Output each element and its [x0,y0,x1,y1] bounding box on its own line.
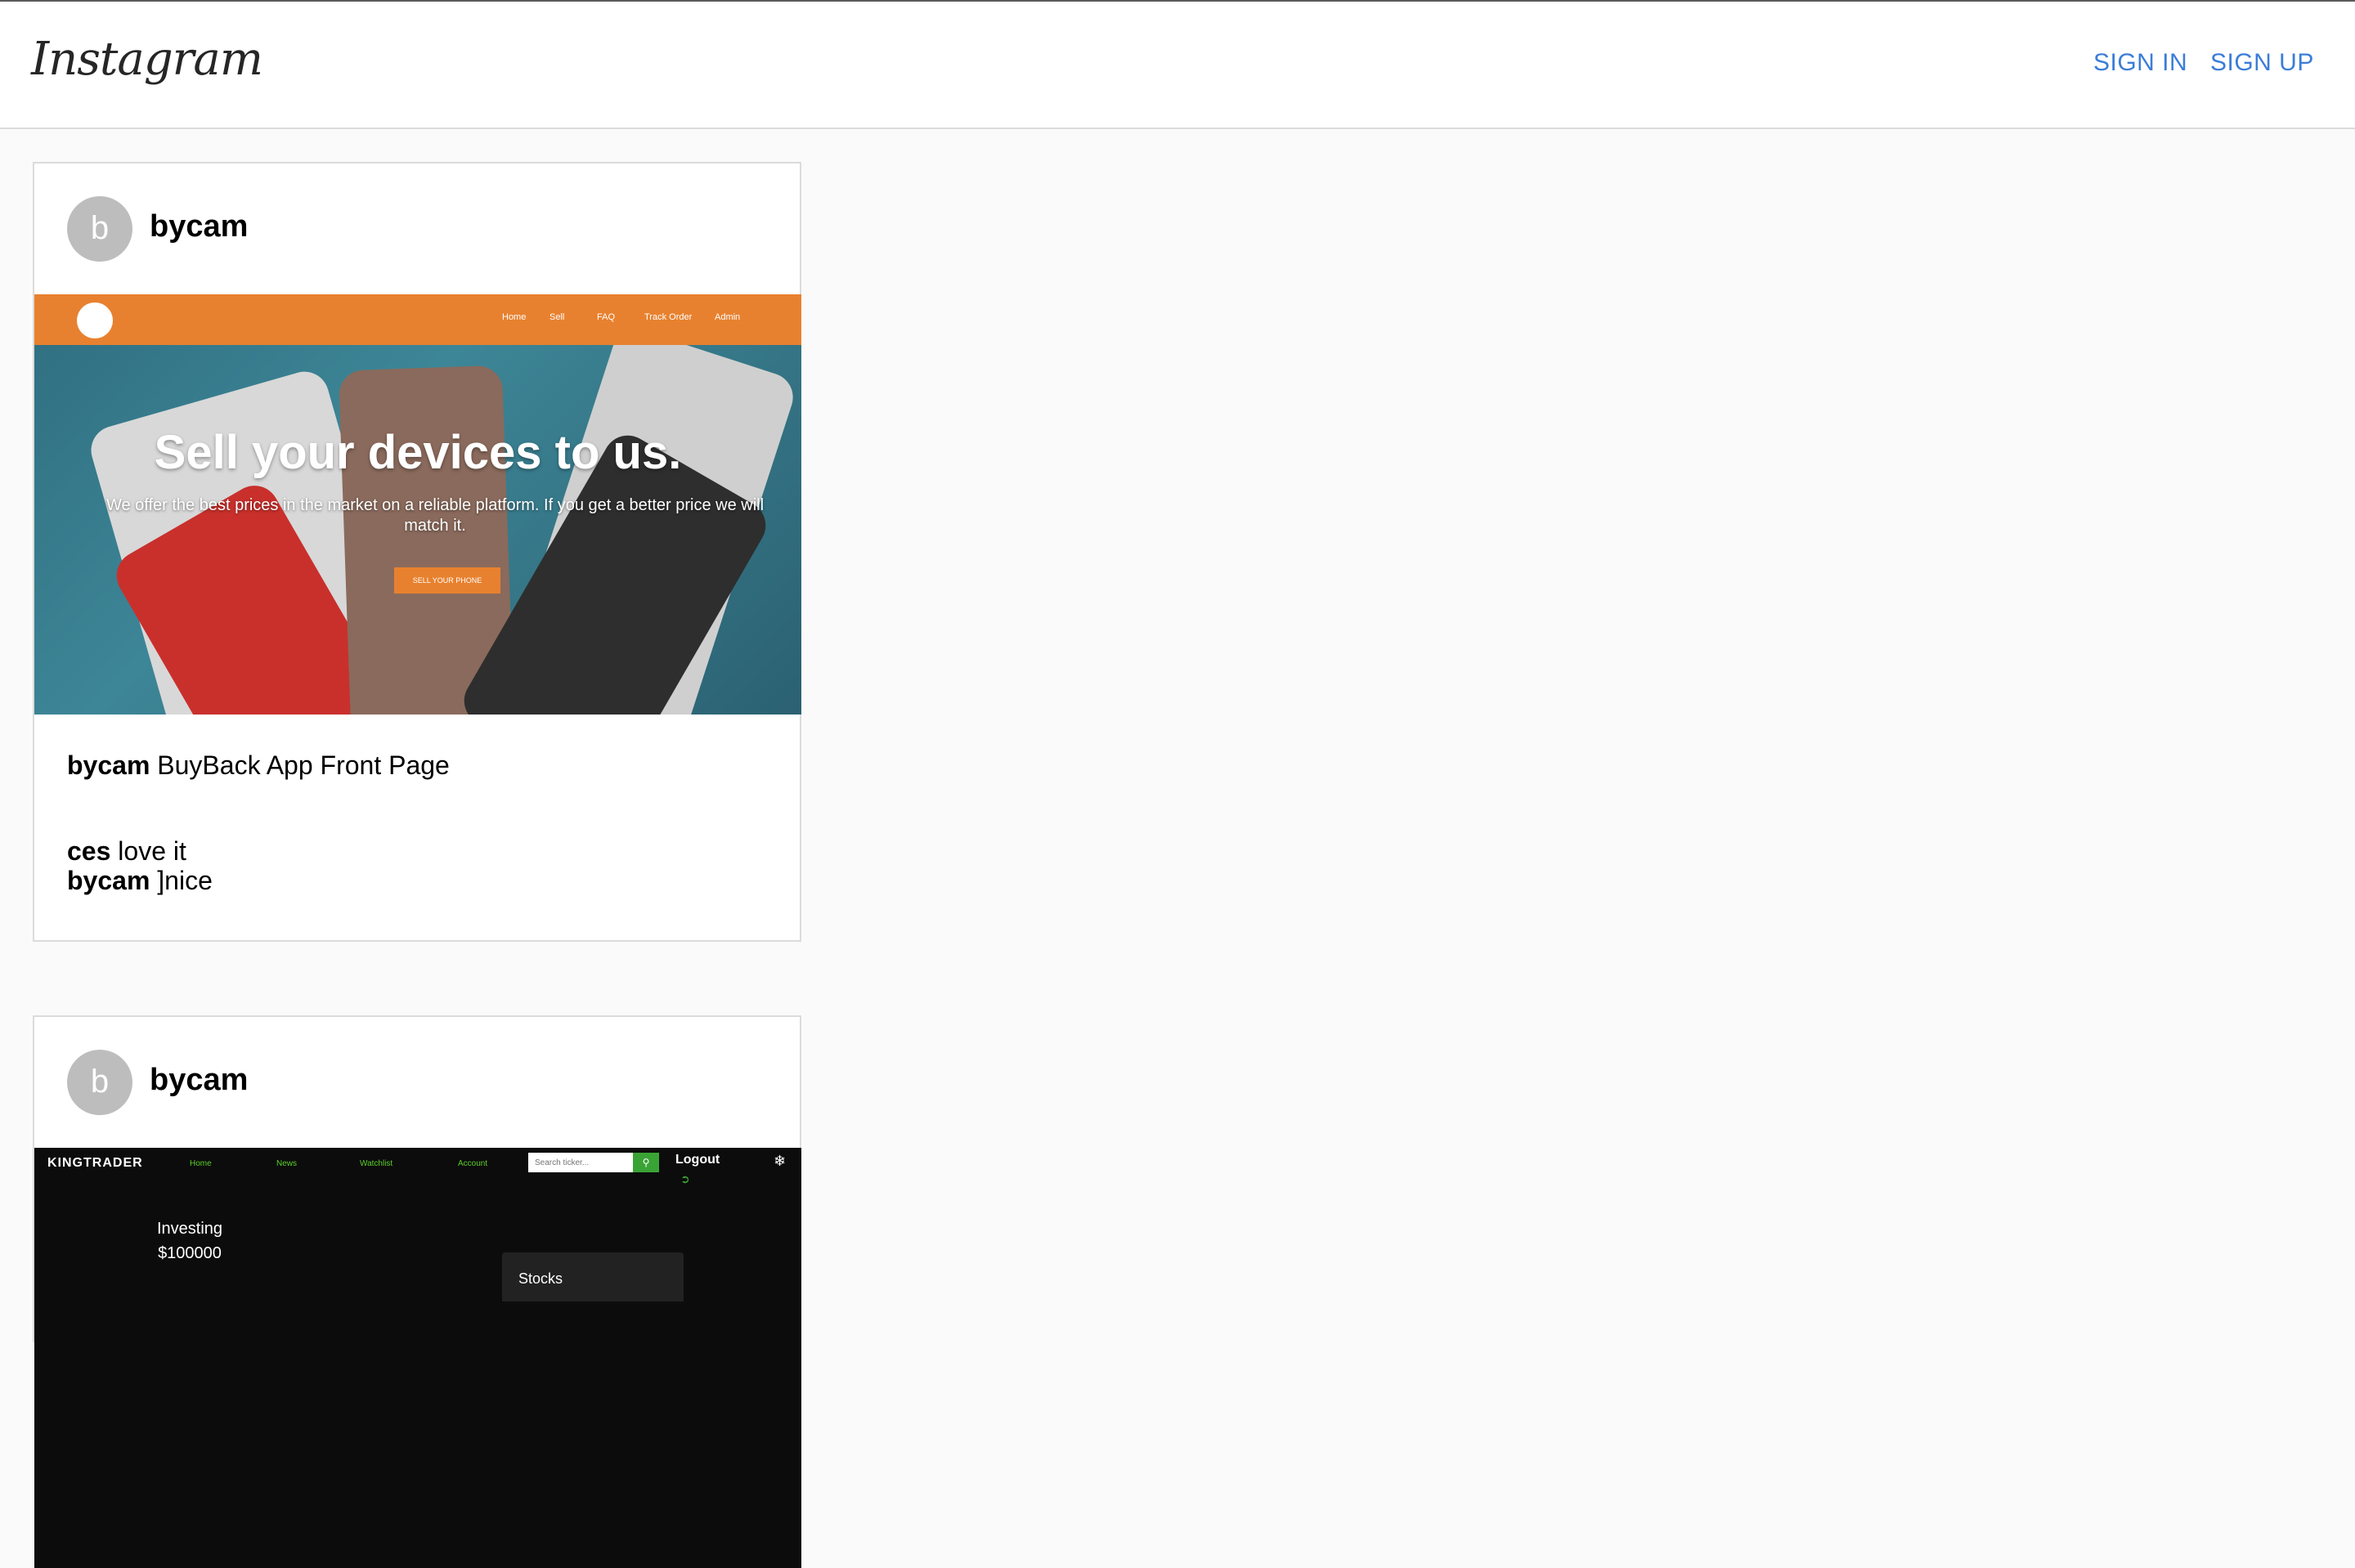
sign-up-link[interactable]: SIGN UP [2210,49,2314,77]
search-icon: ⚲ [633,1153,659,1172]
buyback-sell-button: SELL YOUR PHONE [394,567,500,594]
comment-text: ]nice [157,866,213,895]
instagram-logo[interactable]: Instagram [31,33,263,86]
kingtrader-stocks-panel: Stocks [502,1252,684,1301]
kingtrader-nav-news: News [276,1159,298,1168]
logout-icon: ➲ [680,1172,690,1185]
sign-in-link[interactable]: SIGN IN [2093,49,2187,77]
avatar[interactable]: b [67,1050,132,1115]
post-header: b bycam [34,164,800,294]
comments-list: ces love it bycam ]nice [34,781,800,926]
buyback-hero-subtitle: We offer the best prices in the market o… [105,496,765,535]
post-header: b bycam [34,1017,800,1148]
buyback-hero-title: Sell your devices to us. [154,426,682,479]
comment-item: ces love it [67,836,767,866]
kingtrader-background [34,1148,801,1568]
buyback-nav-faq: FAQ [597,312,616,322]
comment-username[interactable]: ces [67,836,110,866]
kingtrader-logo: KINGTRADER [47,1156,143,1170]
buyback-nav-home: Home [502,312,527,322]
caption-text: BuyBack App Front Page [157,750,450,780]
kingtrader-nav-home: Home [190,1159,212,1168]
buyback-nav-track-order: Track Order [644,312,693,322]
post-image[interactable]: KINGTRADER Home News Watchlist Account ⚲… [34,1148,801,1568]
gear-icon: ❄ [774,1153,787,1169]
post-image[interactable]: Home Sell FAQ Track Order Admin Sell you… [34,294,801,715]
kingtrader-logout: Logout [675,1153,720,1167]
comment-text: love it [118,836,186,866]
kingtrader-nav-account: Account [458,1159,488,1168]
post-caption: bycam BuyBack App Front Page [34,715,800,781]
top-navbar: Instagram SIGN IN SIGN UP [0,2,2355,129]
buyback-nav-sell: Sell [550,312,565,322]
kingtrader-search-input [528,1153,633,1172]
stocks-label: Stocks [518,1270,563,1287]
comment-username[interactable]: bycam [67,866,150,895]
post-card: b bycam Home Sell FAQ Track Order Admin … [33,162,801,942]
kingtrader-investing: Investing $100000 [116,1216,263,1266]
comment-item: bycam ]nice [67,866,767,895]
buyback-navbar: Home Sell FAQ Track Order Admin [34,294,801,345]
buyback-logo [77,302,113,338]
avatar[interactable]: b [67,196,132,262]
investing-label: Investing [156,1220,223,1238]
kingtrader-nav-watchlist: Watchlist [360,1159,393,1168]
post-card: b bycam KINGTRADER Home News Watchlist A… [33,1015,801,1568]
post-username[interactable]: bycam [150,209,248,244]
caption-username[interactable]: bycam [67,750,150,780]
buyback-nav-admin: Admin [715,312,741,322]
post-username[interactable]: bycam [150,1063,248,1098]
investing-value: $100000 [158,1244,222,1262]
